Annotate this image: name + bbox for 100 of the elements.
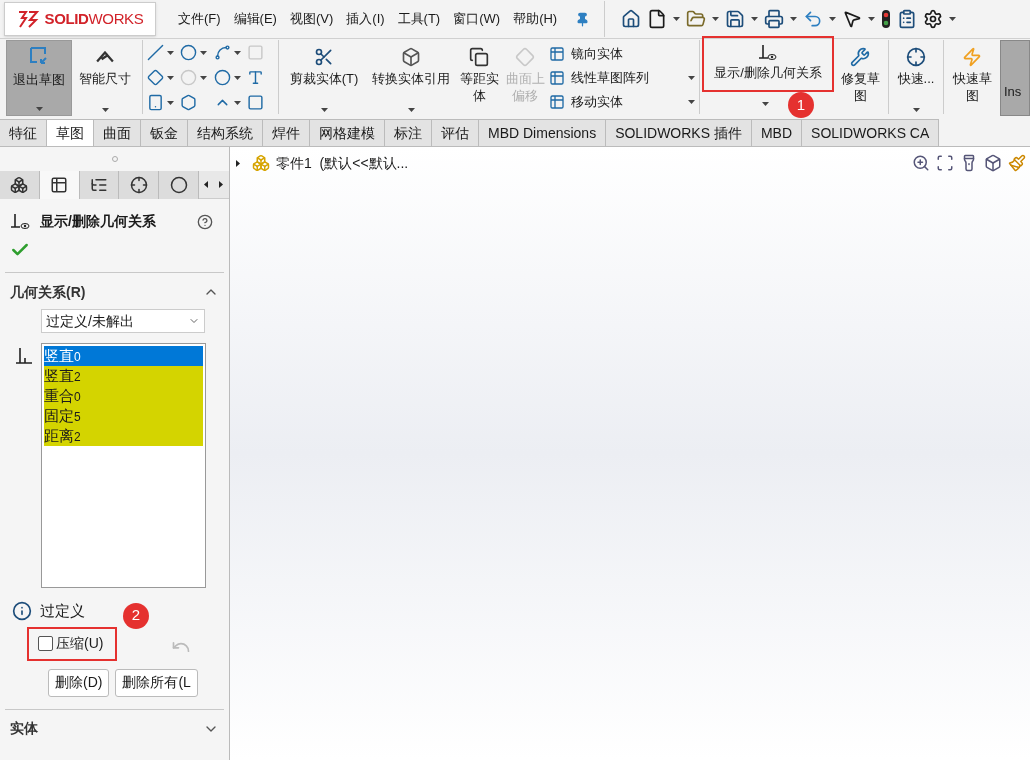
panel-tab[interactable] <box>0 171 40 199</box>
relation-icon <box>14 347 34 365</box>
command-tab[interactable]: 焊件 <box>263 119 310 146</box>
command-tab[interactable]: 曲面 <box>94 119 141 146</box>
options-list-icon[interactable] <box>897 9 918 29</box>
command-tab[interactable]: MBD <box>751 119 803 146</box>
sketch-command-button[interactable]: 镜向实体 <box>549 43 695 64</box>
caret-icon <box>673 17 681 21</box>
brush-icon[interactable] <box>1008 154 1026 172</box>
relation-item[interactable]: 重合0 <box>44 386 203 406</box>
sketch-tool-icon <box>213 69 231 86</box>
sketch-tool-icon <box>180 44 198 61</box>
view-cube-icon[interactable] <box>984 154 1002 172</box>
panel-tab-icon <box>90 176 109 194</box>
save-icon[interactable] <box>725 9 746 29</box>
suppress-checkbox[interactable]: 压缩(U) <box>38 633 104 654</box>
sketch-tool-button[interactable] <box>147 43 175 62</box>
sketch-tool-icon <box>147 44 164 61</box>
trim-entities-button[interactable]: 剪裁实体(T) <box>283 40 365 116</box>
sketch-command-button[interactable]: 移动实体 <box>549 91 695 112</box>
command-tab[interactable]: MBD Dimensions <box>479 119 607 146</box>
sketch-tool-button[interactable] <box>147 68 175 87</box>
new-file-icon[interactable] <box>647 9 668 29</box>
sketch-tool-icon <box>246 44 264 61</box>
sketch-tool-button[interactable] <box>213 68 241 87</box>
sketch-tool-icon <box>180 69 198 86</box>
section-header[interactable]: 实体 <box>0 717 229 740</box>
smart-dimension-button[interactable]: 智能尺寸 <box>72 40 138 116</box>
relation-item[interactable]: 竖直0 <box>44 346 203 366</box>
offset-icon <box>469 47 489 67</box>
menu-item[interactable]: 文件(F) <box>178 9 221 29</box>
expand-arrow-icon[interactable] <box>236 159 240 167</box>
zoom-to-fit-icon[interactable] <box>912 154 930 172</box>
caret-icon <box>233 100 241 105</box>
command-tab[interactable]: SOLIDWORKS 插件 <box>606 119 752 146</box>
sketch-tool-button[interactable] <box>180 43 208 62</box>
menu-item[interactable]: 编辑(E) <box>233 9 277 29</box>
command-tab[interactable]: 评估 <box>432 119 479 146</box>
filter-dropdown[interactable]: 过定义/未解出 <box>41 309 205 333</box>
command-tab[interactable]: 结构系统 <box>188 119 263 146</box>
offset-entities-button[interactable]: 等距实体 <box>457 40 501 116</box>
caret-icon <box>233 50 241 55</box>
sketch-tool-button[interactable] <box>147 93 175 112</box>
command-tab[interactable]: 草图 <box>47 119 94 146</box>
logo-mark-icon <box>16 9 41 29</box>
command-icon <box>549 45 565 62</box>
caret-icon <box>688 99 695 104</box>
panel-tab[interactable] <box>119 171 160 199</box>
delete-button[interactable]: 删除(D) <box>48 668 110 697</box>
settings-icon[interactable] <box>923 9 944 29</box>
open-folder-icon[interactable] <box>686 9 707 29</box>
menu-item[interactable]: 窗口(W) <box>453 9 501 29</box>
checkbox[interactable] <box>38 636 53 651</box>
menu-item[interactable]: 工具(T) <box>397 9 441 29</box>
caret-icon <box>912 108 920 112</box>
sketch-tool-icon <box>246 94 264 111</box>
zoom-area-icon[interactable] <box>936 154 954 172</box>
traffic-light-icon[interactable] <box>881 9 892 29</box>
caret-icon <box>949 17 957 21</box>
print-icon[interactable] <box>764 9 785 29</box>
exit-sketch-button[interactable]: 退出草图 <box>6 40 72 116</box>
feature-tree-label[interactable]: 零件1 (默认<<默认... <box>276 152 409 174</box>
snap-icon <box>906 47 926 67</box>
menu-item[interactable]: 插入(I) <box>346 9 385 29</box>
relation-item[interactable]: 竖直2 <box>44 366 203 386</box>
command-tab[interactable]: SOLIDWORKS CA <box>802 119 940 146</box>
scroll-right-button[interactable] <box>213 171 229 198</box>
instant2d-button[interactable]: Ins <box>1000 40 1030 116</box>
sketch-command-button[interactable]: 线性草图阵列 <box>549 67 695 88</box>
panel-tab-icon <box>50 176 69 194</box>
exit-sketch-icon <box>28 45 50 67</box>
command-tab[interactable]: 特征 <box>0 119 47 146</box>
caret-icon <box>868 17 876 21</box>
convert-entities-button[interactable]: 转换实体引用 <box>365 40 457 116</box>
menu-item[interactable]: 视图(V) <box>289 9 334 29</box>
panel-tab-icon <box>169 176 188 194</box>
rapid-sketch-button[interactable]: 快速草图 <box>948 40 996 116</box>
home-icon[interactable] <box>621 9 642 29</box>
menu-item[interactable]: 帮助(H) <box>513 9 558 29</box>
delete-button[interactable]: 删除所有(L <box>115 668 198 697</box>
relation-item[interactable]: 固定5 <box>44 406 203 426</box>
quick-snaps-button[interactable]: 快速... <box>893 40 939 116</box>
scroll-left-button[interactable] <box>199 171 214 198</box>
dimension-icon <box>96 51 114 63</box>
sketch-tool-button[interactable] <box>213 43 241 62</box>
command-tab[interactable]: 钣金 <box>141 119 188 146</box>
command-icon <box>549 69 565 86</box>
panel-tab[interactable] <box>79 171 120 199</box>
command-tab[interactable]: 网格建模 <box>310 119 385 146</box>
pin-icon[interactable] <box>575 11 591 27</box>
display-relations-button[interactable]: 显示/删除几何关系 <box>704 38 832 90</box>
command-tab[interactable]: 标注 <box>385 119 432 146</box>
section-header[interactable]: 几何关系(R) <box>0 281 229 303</box>
help-icon[interactable] <box>197 213 213 230</box>
pointer-icon[interactable] <box>842 9 863 29</box>
panel-tab[interactable] <box>159 171 200 199</box>
caret-icon <box>762 102 769 106</box>
repair-sketch-button[interactable]: 修复草图 <box>836 40 884 116</box>
relation-eye-icon <box>758 44 778 62</box>
relation-item[interactable]: 距离2 <box>44 426 203 446</box>
